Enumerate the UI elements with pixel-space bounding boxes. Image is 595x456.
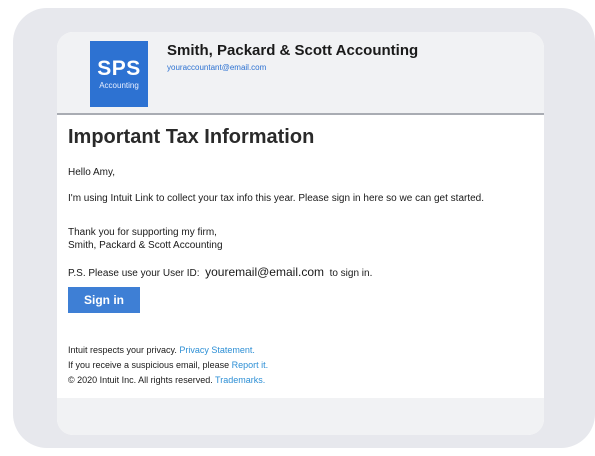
ps-line: P.S. Please use your User ID: youremail@…: [68, 266, 372, 280]
email-header: SPS Accounting Smith, Packard & Scott Ac…: [57, 32, 544, 115]
ps-prefix: P.S. Please use your User ID:: [68, 268, 200, 279]
report-line: If you receive a suspicious email, pleas…: [68, 358, 268, 373]
email-heading: Important Tax Information: [68, 126, 315, 148]
sign-in-button[interactable]: Sign in: [68, 287, 140, 313]
ps-user-id: youremail@email.com: [205, 265, 324, 279]
bottom-band: [57, 398, 544, 435]
report-text: If you receive a suspicious email, pleas…: [68, 360, 230, 370]
intro-text: I'm using Intuit Link to collect your ta…: [68, 193, 485, 204]
email-body: Important Tax Information Hello Amy, I'm…: [68, 125, 528, 313]
thanks-text: Thank you for supporting my firm,: [68, 227, 217, 238]
email-footer: Intuit respects your privacy. Privacy St…: [68, 343, 268, 388]
privacy-statement-link[interactable]: Privacy Statement.: [179, 345, 255, 355]
logo-main-text: SPS: [97, 57, 141, 80]
signature-text: Smith, Packard & Scott Accounting: [68, 240, 223, 251]
report-it-link[interactable]: Report it.: [232, 360, 269, 370]
email-card: SPS Accounting Smith, Packard & Scott Ac…: [57, 32, 544, 435]
trademarks-link[interactable]: Trademarks.: [215, 375, 265, 385]
privacy-line: Intuit respects your privacy. Privacy St…: [68, 343, 268, 358]
copyright-text: © 2020 Intuit Inc. All rights reserved.: [68, 375, 213, 385]
greeting-text: Hello Amy,: [68, 167, 116, 178]
firm-name: Smith, Packard & Scott Accounting: [167, 42, 419, 59]
firm-logo: SPS Accounting: [90, 41, 148, 107]
copyright-line: © 2020 Intuit Inc. All rights reserved. …: [68, 373, 268, 388]
ps-suffix: to sign in.: [329, 268, 373, 279]
firm-email-link[interactable]: youraccountant@email.com: [167, 63, 266, 72]
logo-sub-text: Accounting: [99, 81, 139, 90]
privacy-text: Intuit respects your privacy.: [68, 345, 177, 355]
